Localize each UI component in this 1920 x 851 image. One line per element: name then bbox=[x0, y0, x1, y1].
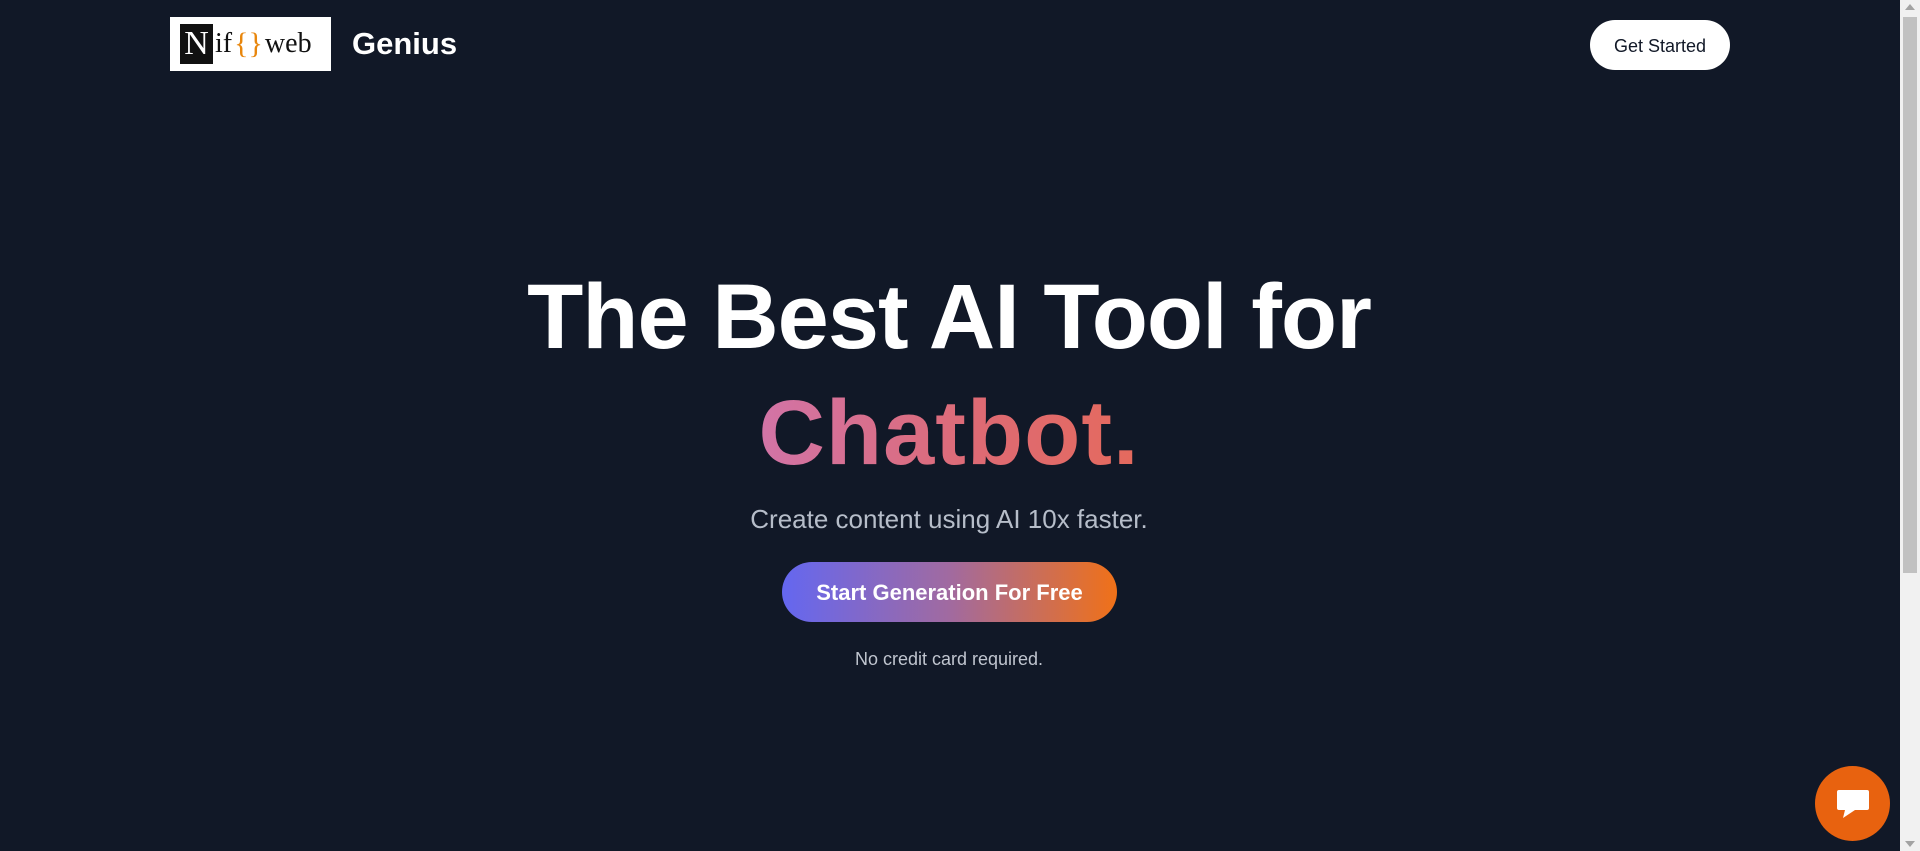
landing-page: N if {} web Genius Get Started The Best … bbox=[0, 0, 1920, 851]
logo-text-web: web bbox=[264, 28, 312, 59]
logo-text-if: if bbox=[215, 28, 233, 59]
cta-note: No credit card required. bbox=[854, 649, 1044, 669]
page-scrollbar[interactable] bbox=[1900, 0, 1920, 851]
start-generation-button[interactable]: Start Generation For Free bbox=[782, 562, 1117, 622]
logo-braces: {} bbox=[234, 27, 263, 60]
hero-headline: The Best AI Tool for bbox=[527, 266, 1372, 368]
logo-letter: N bbox=[180, 24, 213, 64]
scroll-thumb[interactable] bbox=[1903, 17, 1917, 573]
scroll-up-arrow-icon[interactable] bbox=[1905, 4, 1915, 10]
get-started-button[interactable]: Get Started bbox=[1590, 20, 1730, 70]
chat-widget-button[interactable] bbox=[1815, 766, 1890, 841]
hero-headline-highlight-row: Chatbot. bbox=[0, 378, 1898, 488]
logo[interactable]: N if {} web bbox=[170, 17, 331, 71]
hero-subtitle: Create content using AI 10x faster. bbox=[750, 504, 1148, 534]
hero-headline-highlight: Chatbot. bbox=[758, 382, 1140, 484]
scroll-down-arrow-icon[interactable] bbox=[1905, 841, 1915, 847]
chat-bubble-icon bbox=[1836, 789, 1869, 818]
brand-name[interactable]: Genius bbox=[352, 24, 457, 64]
